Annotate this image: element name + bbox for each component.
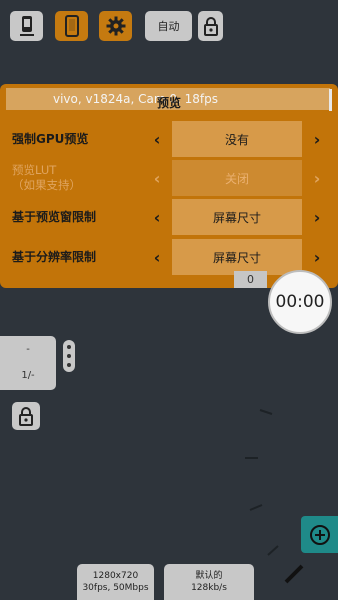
gallery-count: 1/- bbox=[21, 370, 35, 381]
lock-icon bbox=[19, 407, 33, 426]
plus-circle-icon bbox=[309, 524, 330, 545]
gallery-thumbnail[interactable]: - 1/- bbox=[0, 336, 56, 390]
video-resolution-button[interactable]: 1280x720 30fps, 50Mbps bbox=[77, 564, 154, 600]
exposure-lock-button[interactable] bbox=[12, 402, 40, 430]
shutter-timer-button[interactable]: 00:00 bbox=[268, 270, 332, 334]
fps-bitrate-label: 30fps, 50Mbps bbox=[82, 583, 149, 593]
gallery-placeholder: - bbox=[26, 344, 30, 355]
resolution-label: 1280x720 bbox=[92, 571, 139, 581]
bitrate-value-label: 128kb/s bbox=[191, 583, 227, 593]
dial-ticks bbox=[245, 409, 279, 556]
dot-icon bbox=[67, 363, 71, 367]
dial-marker bbox=[284, 564, 304, 584]
dot-icon bbox=[67, 345, 71, 349]
add-button[interactable] bbox=[301, 516, 338, 553]
bitrate-mode-label: 默认的 bbox=[195, 571, 223, 581]
dot-icon bbox=[67, 354, 71, 358]
audio-bitrate-button[interactable]: 默认的 128kb/s bbox=[164, 564, 254, 600]
more-options-button[interactable] bbox=[63, 340, 75, 372]
